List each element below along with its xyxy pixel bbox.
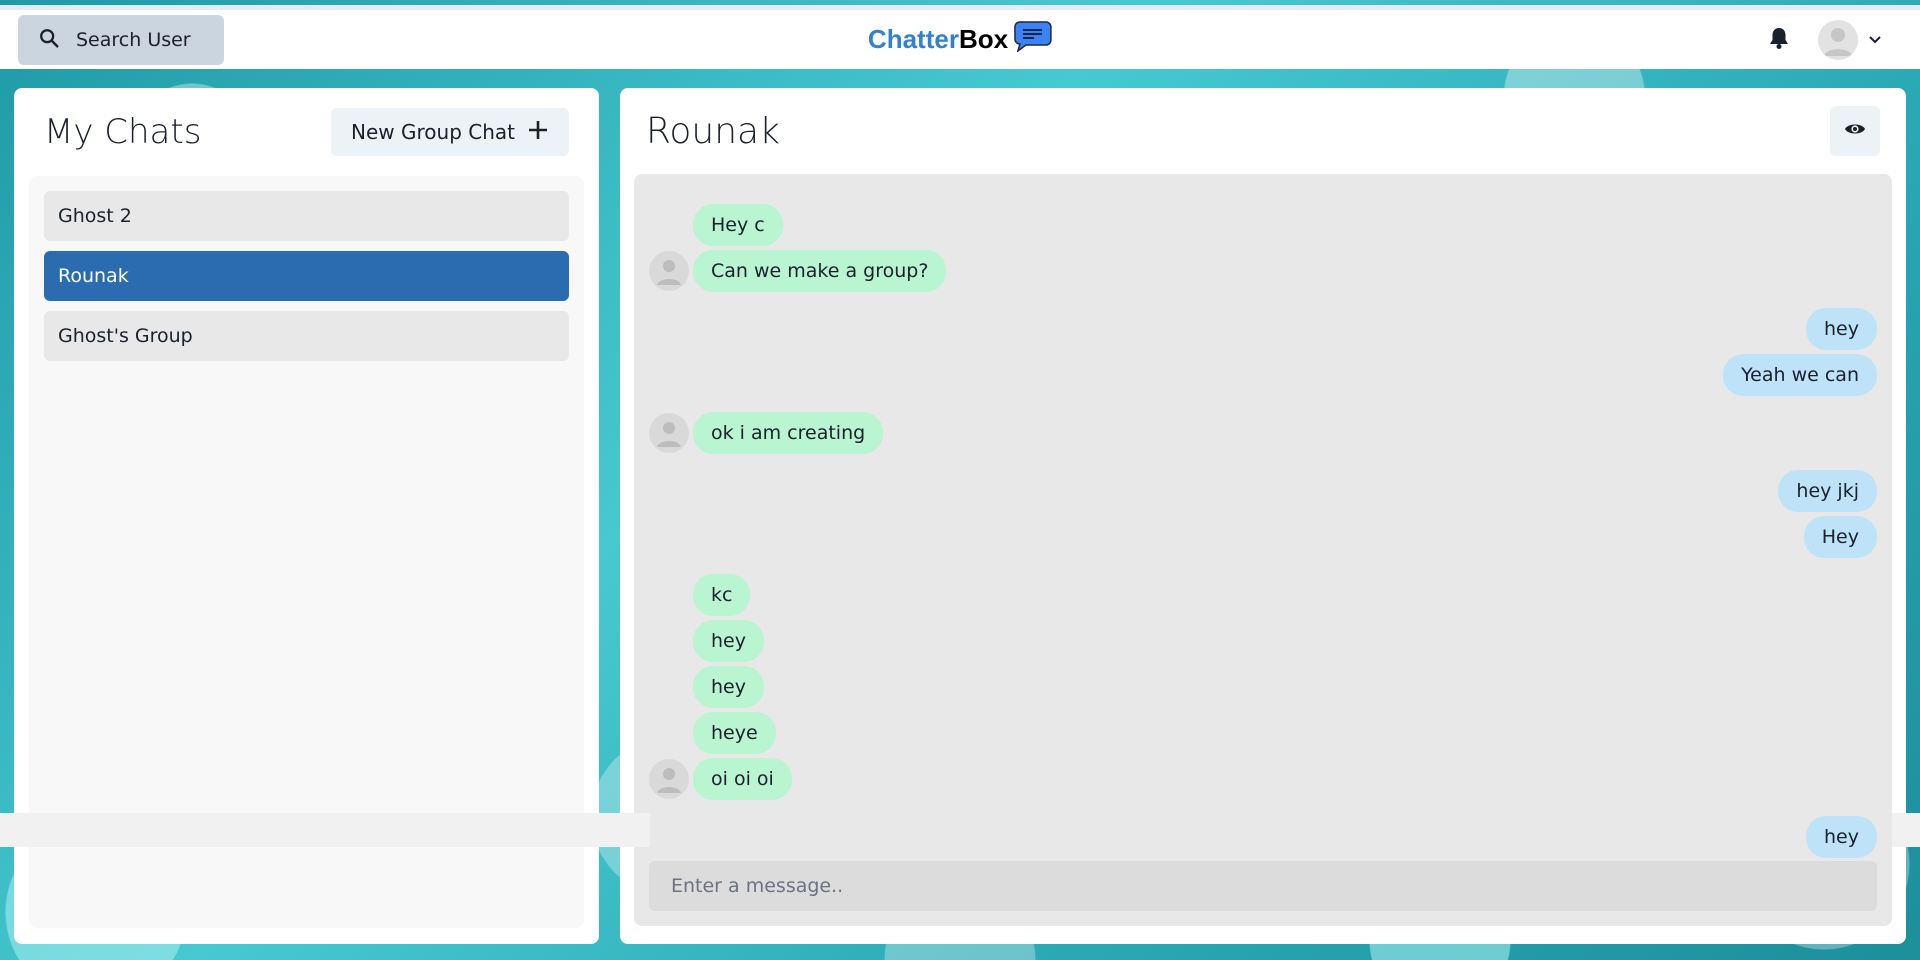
message-row: heye [649,710,1877,756]
outgoing-message: Hey [1803,516,1877,558]
message-row: hey [649,814,1877,860]
incoming-message: ok i am creating [693,412,884,454]
message-row: Hey c [649,202,1877,248]
message-row: ok i am creating [649,410,1877,456]
message-input[interactable] [649,861,1877,911]
view-profile-button[interactable] [1830,106,1880,156]
chat-title: Rounak [646,110,780,152]
brand-part1: Chatter [867,24,959,54]
chat-item-label: Rounak [58,265,129,287]
top-bar: Search User ChatterBox [0,5,1920,69]
incoming-message: Hey c [693,204,783,246]
outgoing-message: hey [1806,816,1877,858]
message-row: hey [649,664,1877,710]
overlay-strip [1892,813,1920,847]
notification-bell-icon[interactable] [1768,26,1790,54]
overlay-strip [0,813,650,847]
new-group-chat-label: New Group Chat [351,120,515,144]
sender-avatar [649,413,689,453]
outgoing-message: hey [1806,308,1877,350]
my-chats-title: My Chats [44,112,202,152]
chat-item-rounak[interactable]: Rounak [44,251,569,301]
messages-area[interactable]: Hey c Can we make a group? hey Yeah we c… [634,174,1892,926]
outgoing-message: hey jkj [1778,470,1877,512]
outgoing-message: Yeah we can [1723,354,1877,396]
incoming-message: oi oi oi [693,758,792,800]
brand-part2: Box [958,24,1009,54]
chat-item-ghosts-group[interactable]: Ghost's Group [44,311,569,361]
incoming-message: Can we make a group? [693,250,947,292]
eye-icon [1844,121,1866,141]
message-row: hey jkj [649,468,1877,514]
app-logo: ChatterBox [868,20,1052,59]
message-row: hey [649,306,1877,352]
message-row: Yeah we can [649,352,1877,398]
sender-avatar [649,251,689,291]
search-user-button[interactable]: Search User [18,14,224,65]
message-row: Can we make a group? [649,248,1877,294]
avatar [1818,19,1858,60]
chevron-down-icon [1868,30,1882,49]
message-row: Hey [649,514,1877,560]
plus-icon [527,119,549,146]
search-icon [38,27,60,53]
incoming-message: hey [693,666,764,708]
message-row: oi oi oi [649,756,1877,802]
incoming-message: hey [693,620,764,662]
incoming-message: kc [693,574,751,616]
search-user-label: Search User [76,28,191,51]
chat-item-label: Ghost 2 [58,205,132,227]
incoming-message: heye [693,712,776,754]
message-row: kc [649,572,1877,618]
chat-bubble-icon [1014,20,1052,59]
new-group-chat-button[interactable]: New Group Chat [331,108,569,156]
profile-menu[interactable] [1818,19,1882,60]
chat-item-ghost-2[interactable]: Ghost 2 [44,191,569,241]
message-row: hey [649,618,1877,664]
chat-panel: Rounak Hey c Can we make a group? hey Ye… [620,88,1906,944]
chat-item-label: Ghost's Group [58,325,193,347]
sender-avatar [649,759,689,799]
